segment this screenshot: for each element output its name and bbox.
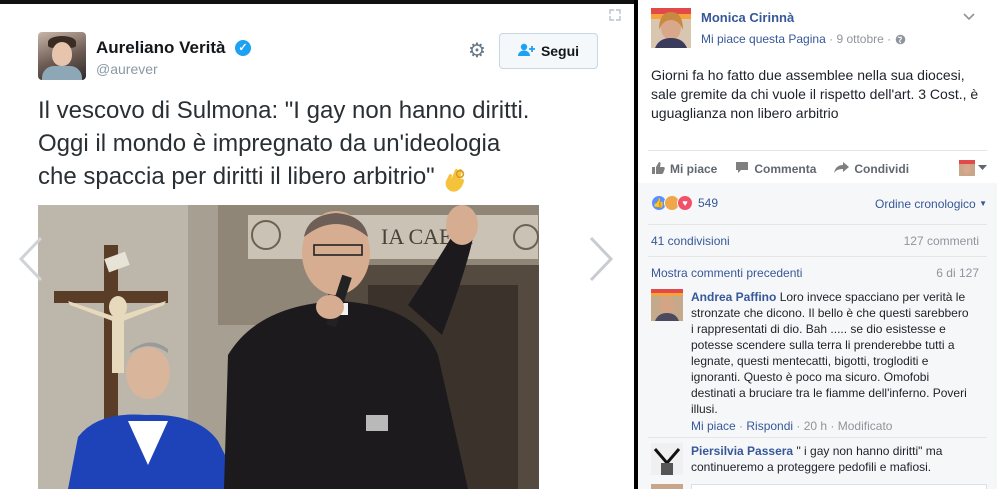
like-page-link[interactable]: Mi piace questa Pagina bbox=[701, 32, 826, 46]
next-arrow-icon[interactable] bbox=[588, 236, 614, 292]
comment-like-link[interactable]: Mi piace bbox=[691, 419, 736, 433]
show-previous-comments-link[interactable]: Mostra commenti precedenti bbox=[651, 266, 802, 280]
reply-avatar bbox=[651, 484, 683, 489]
love-reaction-icon: ♥ bbox=[677, 195, 693, 211]
reactions-count[interactable]: 549 bbox=[698, 196, 718, 210]
like-button[interactable]: Mi piace bbox=[651, 161, 717, 178]
commenter-avatar[interactable] bbox=[651, 289, 683, 321]
screenshot-stage: Aureliano Verità ✓ @aurever ⚙ Segui Il v… bbox=[0, 0, 997, 489]
post-as-selector[interactable] bbox=[959, 160, 987, 176]
comment-text: Loro invece spacciano per verità le stro… bbox=[691, 290, 969, 416]
fb-author-name[interactable]: Monica Cirinnà bbox=[701, 10, 794, 25]
tweet-line-1: Il vescovo di Sulmona: "I gay non hanno … bbox=[38, 97, 530, 124]
tweet-text: Il vescovo di Sulmona: "I gay non hanno … bbox=[38, 94, 608, 193]
share-button[interactable]: Condividi bbox=[834, 161, 909, 177]
comment-1: Andrea Paffino Loro invece spacciano per… bbox=[691, 289, 971, 417]
share-arrow-icon bbox=[834, 161, 850, 177]
meta-separator: · bbox=[829, 32, 834, 46]
expand-icon[interactable] bbox=[608, 8, 622, 22]
commenter-name[interactable]: Piersilvia Passera bbox=[691, 444, 793, 458]
author-avatar[interactable] bbox=[38, 32, 86, 80]
divider bbox=[648, 224, 987, 225]
like-label: Mi piace bbox=[670, 162, 718, 176]
order-dropdown[interactable]: Ordine cronologico ▼ bbox=[875, 197, 987, 211]
order-label: Ordine cronologico bbox=[875, 197, 976, 211]
fb-post-meta: Mi piace questa Pagina · 9 ottobre · bbox=[701, 32, 906, 48]
fb-author-avatar[interactable] bbox=[651, 8, 691, 48]
comment-reply-link[interactable]: Rispondi bbox=[746, 419, 793, 433]
author-name[interactable]: Aureliano Verità bbox=[96, 38, 225, 58]
speech-bubble-icon bbox=[735, 161, 749, 177]
commenter-name[interactable]: Andrea Paffino bbox=[691, 290, 776, 304]
tweet-card: Aureliano Verità ✓ @aurever ⚙ Segui Il v… bbox=[0, 0, 634, 489]
share-label: Condividi bbox=[854, 162, 910, 176]
comment-meta: Mi piace · Rispondi · 20 h · Modificato bbox=[691, 419, 893, 433]
reply-box[interactable] bbox=[691, 484, 987, 489]
gear-icon[interactable]: ⚙ bbox=[466, 40, 488, 62]
tweet-photo[interactable]: IA CAELI bbox=[38, 205, 539, 489]
facebook-panel: Monica Cirinnà Mi piace questa Pagina · … bbox=[638, 0, 997, 489]
caret-down-icon: ▼ bbox=[979, 199, 987, 208]
ok-hand-emoji-icon bbox=[441, 164, 469, 192]
top-strip bbox=[0, 0, 634, 4]
reactions-summary[interactable]: 👍 ♥ 549 bbox=[651, 195, 718, 211]
comment-edited[interactable]: Modificato bbox=[838, 419, 893, 433]
comment-button[interactable]: Commenta bbox=[735, 161, 816, 177]
commenter-avatar[interactable] bbox=[651, 443, 683, 475]
comments-page-count: 6 di 127 bbox=[936, 266, 979, 280]
post-date[interactable]: 9 ottobre bbox=[836, 32, 883, 46]
tweet-line-2: Oggi il mondo è impregnato da un'ideolog… bbox=[38, 130, 501, 157]
thumbs-up-icon bbox=[651, 161, 665, 178]
fb-action-bar: Mi piace Commenta Condividi bbox=[651, 159, 987, 179]
divider bbox=[648, 437, 987, 438]
author-handle[interactable]: @aurever bbox=[96, 61, 158, 77]
globe-icon bbox=[895, 34, 906, 48]
chevron-down-icon[interactable] bbox=[963, 10, 975, 24]
fb-post-text: Giorni fa ho fatto due assemblee nella s… bbox=[651, 67, 979, 121]
verified-badge-icon: ✓ bbox=[235, 40, 251, 56]
tweet-line-3: che spaccia per diritti il libero arbitr… bbox=[38, 163, 435, 190]
comment-2: Piersilvia Passera " i gay non hanno dir… bbox=[691, 443, 971, 475]
prev-arrow-icon[interactable] bbox=[18, 236, 44, 292]
comment-time[interactable]: 20 h bbox=[804, 419, 827, 433]
comments-count: 127 commenti bbox=[903, 234, 979, 248]
comment-label: Commenta bbox=[754, 162, 817, 176]
follow-button[interactable]: Segui bbox=[499, 33, 598, 69]
follow-label: Segui bbox=[540, 43, 580, 59]
divider bbox=[648, 256, 987, 257]
add-user-icon bbox=[517, 43, 535, 59]
meta-separator-2: · bbox=[887, 32, 892, 46]
divider bbox=[648, 150, 987, 151]
